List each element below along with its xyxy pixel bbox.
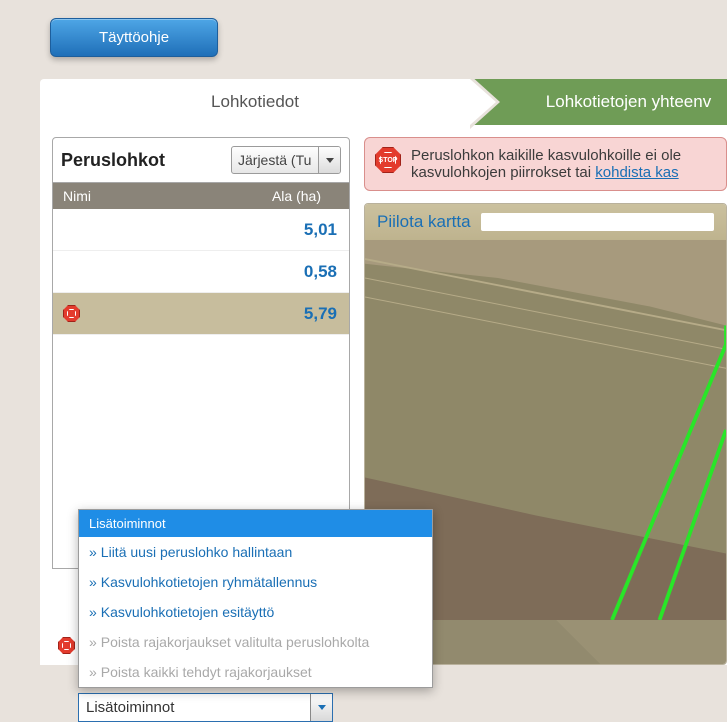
map-toggle-link[interactable]: Piilota kartta — [377, 212, 471, 232]
chevron-down-icon[interactable] — [310, 694, 332, 721]
list-item[interactable]: 5,79 — [53, 293, 349, 335]
column-headers: Nimi Ala (ha) — [52, 183, 350, 209]
sort-select-value: Järjestä (Tu — [232, 147, 318, 173]
area-value: 0,58 — [261, 262, 337, 282]
chevron-right-icon — [470, 79, 496, 125]
stop-icon — [58, 637, 75, 654]
area-value: 5,79 — [261, 304, 337, 324]
col-nimi: Nimi — [63, 188, 231, 204]
chevron-down-icon[interactable] — [318, 147, 340, 173]
list-item[interactable] — [53, 335, 349, 495]
stop-icon: STOP — [375, 147, 401, 173]
menu-item: »Poista rajakorjaukset valitulta peruslo… — [79, 627, 432, 657]
menu-header: Lisätoiminnot — [79, 510, 432, 537]
error-alert: STOP Peruslohkon kaikille kasvulohkoille… — [364, 137, 727, 191]
col-ala: Ala (ha) — [231, 188, 321, 204]
stop-icon — [63, 305, 80, 322]
lisatoiminnot-select[interactable]: Lisätoiminnot — [78, 693, 333, 722]
tab-lohkotiedot[interactable]: Lohkotiedot — [40, 79, 470, 125]
map-title-blank — [481, 213, 714, 231]
alert-link[interactable]: kohdista kas — [595, 164, 678, 181]
peruslohkot-panel: Peruslohkot Järjestä (Tu Nimi Ala (ha) 5… — [52, 137, 350, 665]
alert-text: Peruslohkon kaikille kasvulohkoille ei o… — [411, 147, 681, 164]
help-button[interactable]: Täyttöohje — [50, 18, 218, 57]
select-value: Lisätoiminnot — [79, 694, 310, 721]
menu-item[interactable]: »Kasvulohkotietojen esitäyttö — [79, 597, 432, 627]
menu-item: »Poista kaikki tehdyt rajakorjaukset — [79, 657, 432, 687]
list-item[interactable]: 5,01 — [53, 209, 349, 251]
menu-item[interactable]: »Kasvulohkotietojen ryhmätallennus — [79, 567, 432, 597]
stepper: Lohkotiedot Lohkotietojen yhteenv — [40, 79, 727, 125]
lisatoiminnot-menu: Lisätoiminnot »Liitä uusi peruslohko hal… — [78, 509, 433, 688]
area-value: 5,01 — [261, 220, 337, 240]
alert-text: kasvulohkojen piirrokset tai — [411, 164, 595, 181]
tab-yhteenveto[interactable]: Lohkotietojen yhteenv — [470, 79, 727, 125]
menu-item[interactable]: »Liitä uusi peruslohko hallintaan — [79, 537, 432, 567]
panel-title: Peruslohkot — [61, 150, 165, 171]
list-item[interactable]: 0,58 — [53, 251, 349, 293]
sort-select[interactable]: Järjestä (Tu — [231, 146, 341, 174]
